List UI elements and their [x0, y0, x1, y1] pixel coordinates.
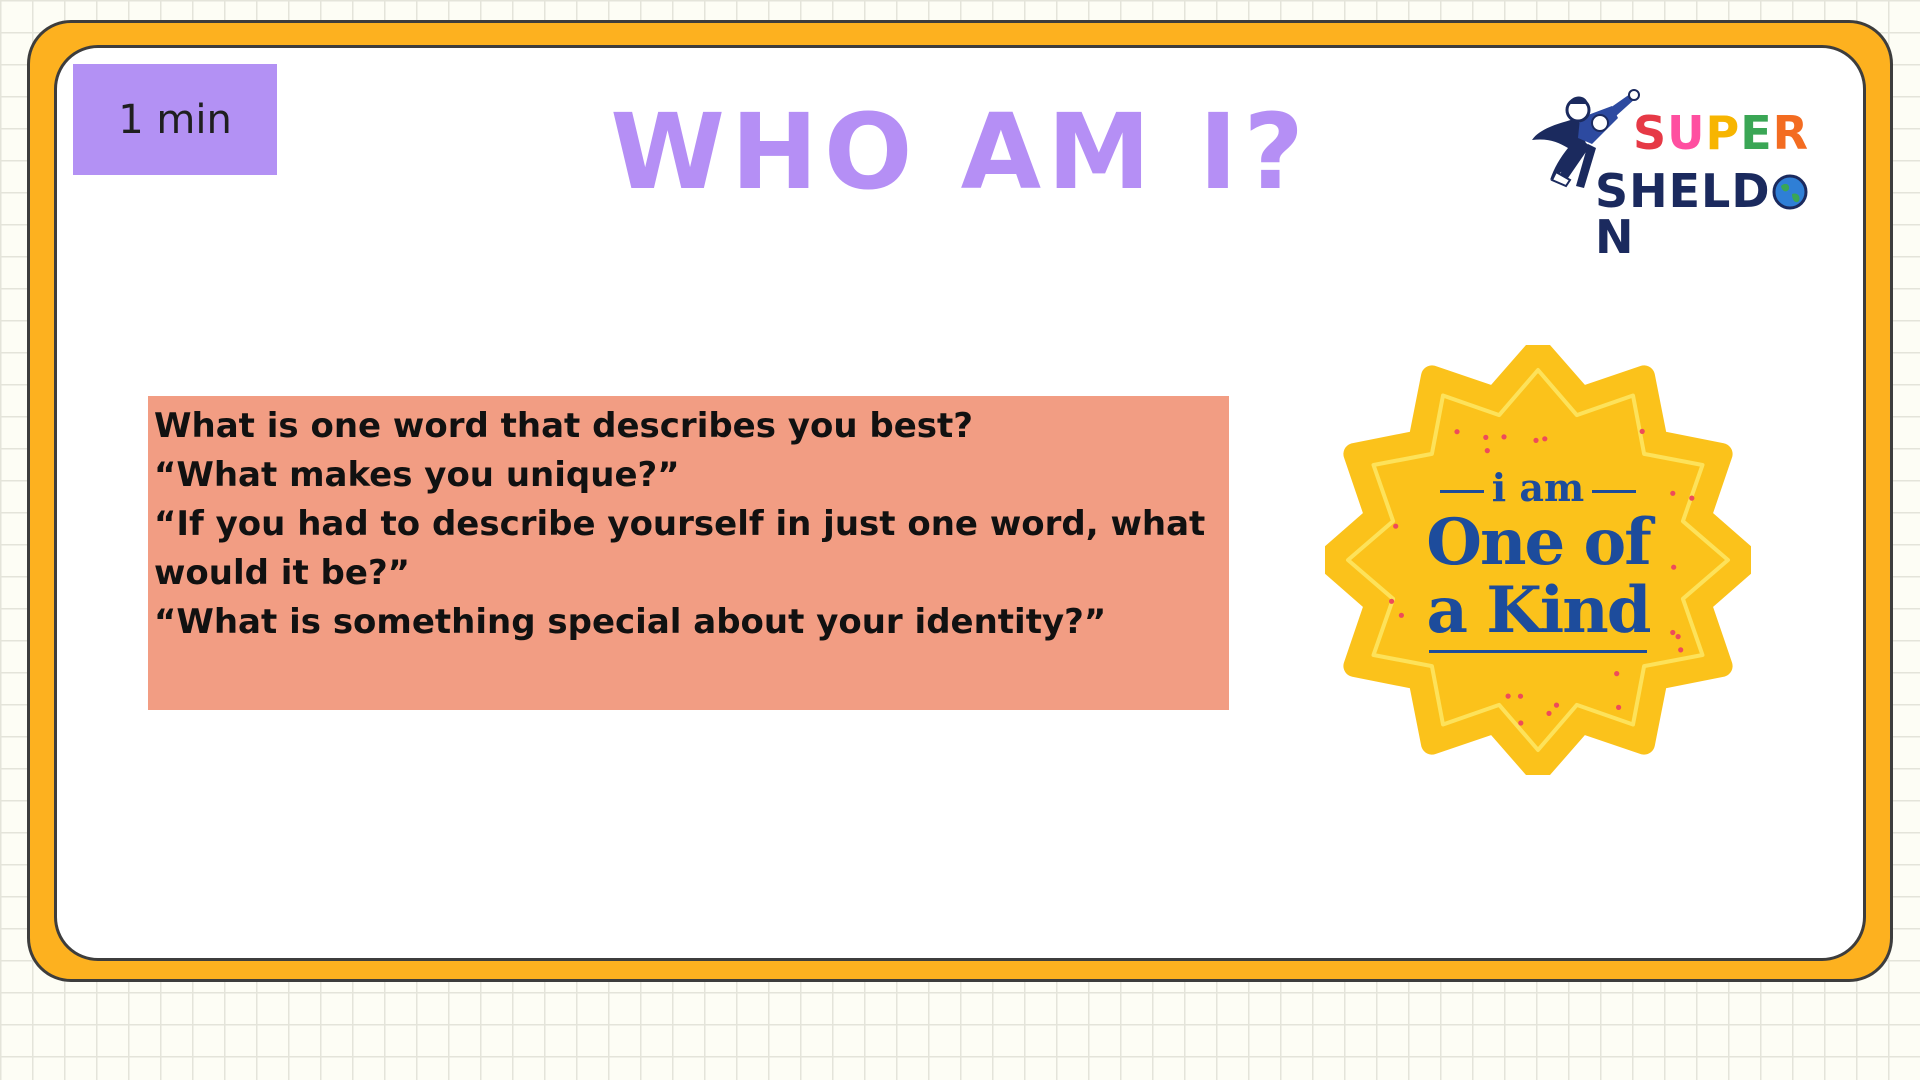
logo-sheldon-last: N — [1595, 210, 1635, 264]
badge-dot — [1533, 437, 1539, 443]
badge-line-one-of: One of — [1426, 505, 1652, 580]
question-line: What is one word that describes you best… — [154, 406, 973, 446]
badge-dot — [1614, 671, 1620, 677]
badge-dot — [1678, 647, 1684, 653]
logo-super-letter: S — [1633, 106, 1668, 160]
logo-super-letter: U — [1667, 106, 1706, 160]
logo-super-letter: P — [1705, 106, 1741, 160]
badge-dot — [1501, 434, 1507, 440]
super-sheldon-logo: SUPER SHELDN — [1530, 88, 1830, 260]
globe-icon — [1772, 174, 1808, 210]
badge-dot — [1639, 428, 1645, 434]
badge-dot — [1553, 702, 1560, 708]
question-line: “What makes you unique?” — [154, 455, 680, 495]
badge-underline — [1429, 650, 1647, 653]
badge-dot — [1616, 704, 1622, 710]
one-of-a-kind-badge: i am One of a Kind — [1325, 345, 1751, 775]
badge-dot — [1454, 429, 1460, 435]
timer-badge: 1 min — [73, 64, 277, 175]
badge-dot — [1505, 693, 1511, 699]
badge-dot — [1517, 693, 1524, 699]
question-line: “If you had to describe yourself in just… — [154, 504, 1206, 593]
badge-line-i-am: i am — [1325, 465, 1751, 510]
badge-dot — [1484, 448, 1490, 454]
logo-super-text: SUPER — [1633, 110, 1809, 156]
timer-label: 1 min — [118, 96, 232, 143]
badge-dot — [1518, 720, 1524, 726]
badge-dot — [1542, 436, 1548, 442]
questions-box: What is one word that describes you best… — [148, 396, 1229, 710]
logo-super-letter: E — [1740, 106, 1773, 160]
page-title: WHO AM I? — [610, 91, 1310, 213]
badge-dot — [1546, 710, 1552, 716]
badge-line-a-kind: a Kind — [1426, 573, 1652, 648]
logo-sheldon-text: SHELDN — [1595, 168, 1830, 260]
question-line: “What is something special about your id… — [154, 602, 1107, 642]
logo-super-letter: R — [1772, 106, 1810, 160]
badge-dot — [1483, 434, 1489, 440]
